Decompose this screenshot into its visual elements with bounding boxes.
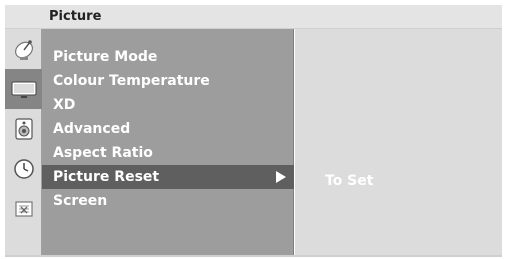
osd-menu: Picture Picture Mode Colour Temperature … bbox=[5, 5, 502, 257]
menu-item-screen[interactable]: Screen bbox=[42, 189, 294, 213]
sidebar-item-time[interactable] bbox=[5, 149, 42, 189]
menu-item-xd[interactable]: XD bbox=[42, 93, 294, 117]
menu-item-label: Aspect Ratio bbox=[53, 145, 153, 161]
sidebar-item-picture[interactable] bbox=[5, 69, 42, 109]
menu-item-picture-reset[interactable]: Picture Reset bbox=[42, 165, 294, 189]
menu-item-label: Picture Mode bbox=[53, 49, 158, 65]
menu-item-colour-temperature[interactable]: Colour Temperature bbox=[42, 69, 294, 93]
clock-icon bbox=[13, 159, 34, 179]
menu-item-label: Screen bbox=[53, 193, 108, 209]
sidebar-item-channel[interactable] bbox=[5, 29, 42, 69]
picture-menu-list: Picture Mode Colour Temperature XD Advan… bbox=[42, 29, 294, 257]
menu-item-label: Colour Temperature bbox=[53, 73, 210, 89]
sidebar-item-sound[interactable] bbox=[5, 109, 42, 149]
menu-item-aspect-ratio[interactable]: Aspect Ratio bbox=[42, 141, 294, 165]
submenu-arrow-icon bbox=[276, 171, 286, 183]
tv-screen-icon bbox=[11, 81, 36, 98]
satellite-dish-icon bbox=[14, 40, 33, 60]
menu-item-label: XD bbox=[53, 97, 76, 113]
menu-item-picture-mode[interactable]: Picture Mode bbox=[42, 45, 294, 69]
menu-title: Picture bbox=[49, 9, 102, 24]
submenu-panel: To Set bbox=[295, 29, 502, 257]
menu-item-label: Picture Reset bbox=[53, 169, 160, 185]
menu-item-label: Advanced bbox=[53, 121, 131, 137]
menu-item-advanced[interactable]: Advanced bbox=[42, 117, 294, 141]
category-sidebar bbox=[5, 29, 42, 257]
speaker-icon bbox=[14, 118, 33, 140]
bottom-divider bbox=[5, 255, 502, 257]
sidebar-item-lock[interactable] bbox=[5, 189, 42, 229]
to-set-option[interactable]: To Set bbox=[325, 173, 373, 189]
lock-icon bbox=[14, 201, 33, 217]
title-bar: Picture bbox=[5, 5, 502, 29]
